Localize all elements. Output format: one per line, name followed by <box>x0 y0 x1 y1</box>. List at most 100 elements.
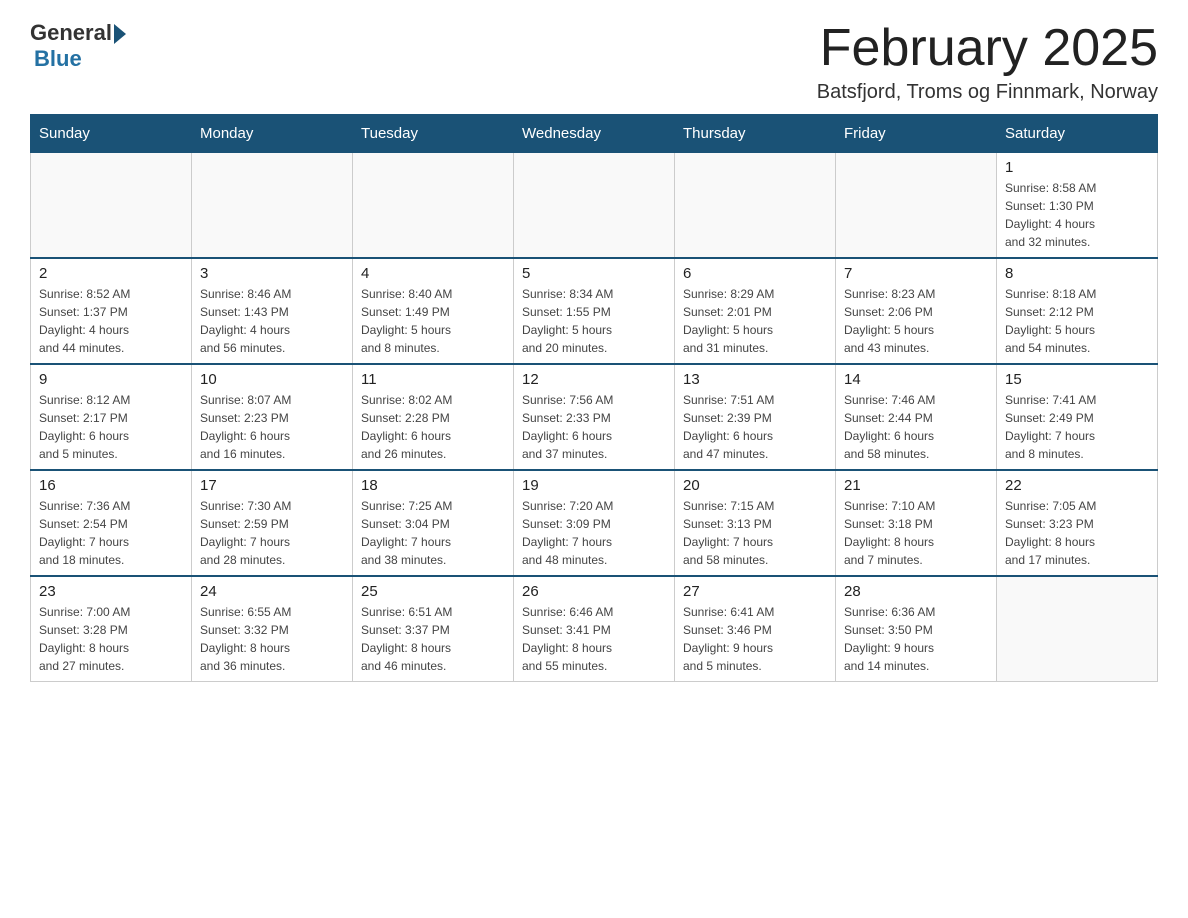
calendar-day-cell: 22Sunrise: 7:05 AM Sunset: 3:23 PM Dayli… <box>997 470 1158 576</box>
calendar-header-thursday: Thursday <box>675 115 836 153</box>
day-number: 26 <box>522 583 666 600</box>
day-info: Sunrise: 8:34 AM Sunset: 1:55 PM Dayligh… <box>522 285 666 357</box>
day-number: 7 <box>844 265 988 282</box>
day-info: Sunrise: 8:29 AM Sunset: 2:01 PM Dayligh… <box>683 285 827 357</box>
day-number: 10 <box>200 371 344 388</box>
logo-general-text: General <box>30 20 112 46</box>
calendar-day-cell: 14 Sunrise: 7:46 AM Sunset: 2:44 PM Dayli… <box>836 364 997 470</box>
day-info: Sunrise: 6:41 AM Sunset: 3:46 PM Dayligh… <box>683 603 827 675</box>
calendar-day-cell: 19 Sunrise: 7:20 AM Sunset: 3:09 PM Dayli… <box>514 470 675 576</box>
calendar-week-row: 9 Sunrise: 8:12 AM Sunset: 2:17 PM Daylig… <box>31 364 1158 470</box>
logo-blue-text: Blue <box>34 46 82 72</box>
day-info: Sunrise: 6:36 AM Sunset: 3:50 PM Dayligh… <box>844 603 988 675</box>
title-section: February 2025 Batsfjord, Troms og Finnma… <box>817 20 1158 104</box>
calendar-day-cell <box>31 153 192 259</box>
calendar-day-cell: 2 Sunrise: 8:52 AM Sunset: 1:37 PM Daylig… <box>31 258 192 364</box>
calendar-header-tuesday: Tuesday <box>353 115 514 153</box>
day-info: Sunrise: 8:52 AM Sunset: 1:37 PM Dayligh… <box>39 285 183 357</box>
calendar-day-cell: 12 Sunrise: 7:56 AM Sunset: 2:33 PM Dayli… <box>514 364 675 470</box>
page-header: General Blue February 2025 Batsfjord, Tr… <box>30 20 1158 104</box>
day-number: 1 <box>1005 159 1149 176</box>
day-info: Sunrise: 8:46 AM Sunset: 1:43 PM Dayligh… <box>200 285 344 357</box>
day-info: Sunrise: 7:51 AM Sunset: 2:39 PM Dayligh… <box>683 391 827 463</box>
day-info: Sunrise: 7:25 AM Sunset: 3:04 PM Dayligh… <box>361 497 505 569</box>
day-number: 18 <box>361 477 505 494</box>
day-number: 21 <box>844 477 988 494</box>
day-info: Sunrise: 7:30 AM Sunset: 2:59 PM Dayligh… <box>200 497 344 569</box>
calendar-day-cell: 5 Sunrise: 8:34 AM Sunset: 1:55 PM Daylig… <box>514 258 675 364</box>
calendar-day-cell: 11 Sunrise: 8:02 AM Sunset: 2:28 PM Dayli… <box>353 364 514 470</box>
calendar-day-cell: 20 Sunrise: 7:15 AM Sunset: 3:13 PM Dayli… <box>675 470 836 576</box>
day-number: 5 <box>522 265 666 282</box>
calendar-week-row: 1 Sunrise: 8:58 AM Sunset: 1:30 PM Daylig… <box>31 153 1158 259</box>
day-number: 11 <box>361 371 505 388</box>
day-number: 28 <box>844 583 988 600</box>
calendar-day-cell: 16Sunrise: 7:36 AM Sunset: 2:54 PM Dayli… <box>31 470 192 576</box>
day-number: 2 <box>39 265 183 282</box>
day-info: Sunrise: 7:36 AM Sunset: 2:54 PM Dayligh… <box>39 497 183 569</box>
calendar-day-cell: 17Sunrise: 7:30 AM Sunset: 2:59 PM Dayli… <box>192 470 353 576</box>
day-info: Sunrise: 8:07 AM Sunset: 2:23 PM Dayligh… <box>200 391 344 463</box>
day-info: Sunrise: 6:55 AM Sunset: 3:32 PM Dayligh… <box>200 603 344 675</box>
calendar-header-saturday: Saturday <box>997 115 1158 153</box>
day-info: Sunrise: 7:56 AM Sunset: 2:33 PM Dayligh… <box>522 391 666 463</box>
calendar-day-cell: 15Sunrise: 7:41 AM Sunset: 2:49 PM Dayli… <box>997 364 1158 470</box>
location-text: Batsfjord, Troms og Finnmark, Norway <box>817 81 1158 104</box>
day-info: Sunrise: 8:58 AM Sunset: 1:30 PM Dayligh… <box>1005 179 1149 251</box>
day-number: 24 <box>200 583 344 600</box>
day-info: Sunrise: 8:40 AM Sunset: 1:49 PM Dayligh… <box>361 285 505 357</box>
calendar-day-cell: 13 Sunrise: 7:51 AM Sunset: 2:39 PM Dayli… <box>675 364 836 470</box>
day-number: 15 <box>1005 371 1149 388</box>
calendar-header-monday: Monday <box>192 115 353 153</box>
calendar-day-cell: 28 Sunrise: 6:36 AM Sunset: 3:50 PM Dayli… <box>836 576 997 682</box>
day-number: 4 <box>361 265 505 282</box>
day-number: 9 <box>39 371 183 388</box>
logo: General Blue <box>30 20 126 72</box>
calendar-day-cell: 9 Sunrise: 8:12 AM Sunset: 2:17 PM Daylig… <box>31 364 192 470</box>
day-info: Sunrise: 7:46 AM Sunset: 2:44 PM Dayligh… <box>844 391 988 463</box>
calendar-week-row: 2 Sunrise: 8:52 AM Sunset: 1:37 PM Daylig… <box>31 258 1158 364</box>
logo-arrow-icon <box>114 24 126 44</box>
calendar-header-wednesday: Wednesday <box>514 115 675 153</box>
calendar-week-row: 16Sunrise: 7:36 AM Sunset: 2:54 PM Dayli… <box>31 470 1158 576</box>
calendar-day-cell: 10 Sunrise: 8:07 AM Sunset: 2:23 PM Dayli… <box>192 364 353 470</box>
calendar-day-cell: 24 Sunrise: 6:55 AM Sunset: 3:32 PM Dayli… <box>192 576 353 682</box>
month-title: February 2025 <box>817 20 1158 77</box>
calendar-day-cell <box>997 576 1158 682</box>
day-info: Sunrise: 7:20 AM Sunset: 3:09 PM Dayligh… <box>522 497 666 569</box>
calendar-day-cell <box>836 153 997 259</box>
calendar-day-cell: 3 Sunrise: 8:46 AM Sunset: 1:43 PM Daylig… <box>192 258 353 364</box>
day-info: Sunrise: 8:23 AM Sunset: 2:06 PM Dayligh… <box>844 285 988 357</box>
day-number: 13 <box>683 371 827 388</box>
day-info: Sunrise: 8:02 AM Sunset: 2:28 PM Dayligh… <box>361 391 505 463</box>
calendar-day-cell <box>514 153 675 259</box>
day-info: Sunrise: 7:10 AM Sunset: 3:18 PM Dayligh… <box>844 497 988 569</box>
day-info: Sunrise: 7:15 AM Sunset: 3:13 PM Dayligh… <box>683 497 827 569</box>
calendar-day-cell <box>192 153 353 259</box>
day-number: 23 <box>39 583 183 600</box>
calendar-day-cell: 4 Sunrise: 8:40 AM Sunset: 1:49 PM Daylig… <box>353 258 514 364</box>
day-number: 3 <box>200 265 344 282</box>
calendar-header-sunday: Sunday <box>31 115 192 153</box>
day-number: 14 <box>844 371 988 388</box>
calendar-week-row: 23 Sunrise: 7:00 AM Sunset: 3:28 PM Dayli… <box>31 576 1158 682</box>
day-number: 12 <box>522 371 666 388</box>
day-number: 27 <box>683 583 827 600</box>
calendar-day-cell <box>675 153 836 259</box>
day-info: Sunrise: 7:00 AM Sunset: 3:28 PM Dayligh… <box>39 603 183 675</box>
calendar-day-cell: 8 Sunrise: 8:18 AM Sunset: 2:12 PM Daylig… <box>997 258 1158 364</box>
calendar-day-cell: 6 Sunrise: 8:29 AM Sunset: 2:01 PM Daylig… <box>675 258 836 364</box>
calendar-day-cell: 21 Sunrise: 7:10 AM Sunset: 3:18 PM Dayli… <box>836 470 997 576</box>
calendar-day-cell: 7 Sunrise: 8:23 AM Sunset: 2:06 PM Daylig… <box>836 258 997 364</box>
calendar-day-cell: 25 Sunrise: 6:51 AM Sunset: 3:37 PM Dayli… <box>353 576 514 682</box>
day-info: Sunrise: 8:12 AM Sunset: 2:17 PM Dayligh… <box>39 391 183 463</box>
calendar-day-cell: 23 Sunrise: 7:00 AM Sunset: 3:28 PM Dayli… <box>31 576 192 682</box>
day-number: 20 <box>683 477 827 494</box>
day-number: 6 <box>683 265 827 282</box>
day-number: 8 <box>1005 265 1149 282</box>
calendar-day-cell: 1 Sunrise: 8:58 AM Sunset: 1:30 PM Daylig… <box>997 153 1158 259</box>
day-number: 19 <box>522 477 666 494</box>
day-info: Sunrise: 6:51 AM Sunset: 3:37 PM Dayligh… <box>361 603 505 675</box>
day-info: Sunrise: 8:18 AM Sunset: 2:12 PM Dayligh… <box>1005 285 1149 357</box>
day-number: 25 <box>361 583 505 600</box>
